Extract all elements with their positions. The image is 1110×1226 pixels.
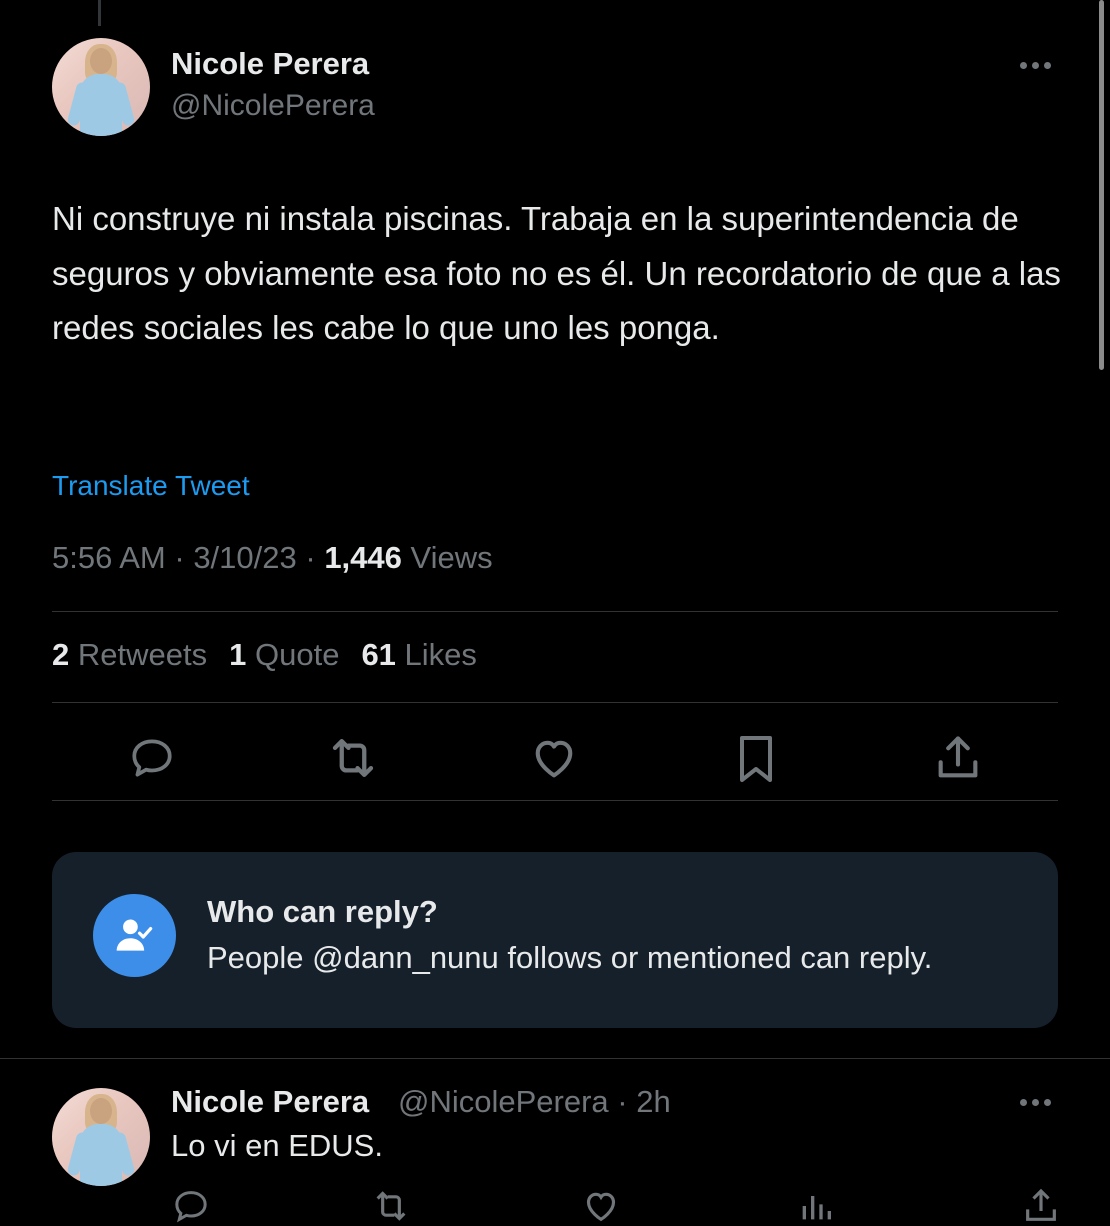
reply-restriction-box: Who can reply? People @dann_nunu follows…: [52, 852, 1058, 1028]
reply-more-options-icon[interactable]: [1015, 1092, 1055, 1112]
like-icon[interactable]: [526, 730, 582, 786]
quotes-stat[interactable]: 1 Quote: [229, 637, 339, 673]
reply-separator: ·: [608, 1084, 637, 1119]
thread-connector-line: [98, 0, 101, 26]
reply-restriction-title: Who can reply?: [207, 894, 438, 929]
quotes-label: Quote: [254, 637, 340, 672]
reply-restriction-description: People @dann_nunu follows or mentioned c…: [207, 940, 933, 975]
divider: [52, 800, 1058, 801]
reply-action-bar: [171, 1186, 1061, 1226]
views-count: 1,446: [324, 540, 402, 575]
bookmark-icon[interactable]: [728, 730, 784, 786]
engagement-stats: 2 Retweets 1 Quote 61 Likes: [52, 637, 477, 673]
author-handle[interactable]: @NicolePerera: [171, 89, 375, 123]
reply-views-icon[interactable]: [796, 1186, 836, 1226]
tweet-meta: 5:56 AM · 3/10/23 · 1,446 Views: [52, 540, 493, 576]
reply-time: 2h: [636, 1084, 671, 1119]
reply-retweet-icon[interactable]: [371, 1186, 411, 1226]
retweets-label: Retweets: [77, 637, 208, 672]
divider: [0, 1058, 1110, 1059]
reply-author-handle: @NicolePerera: [398, 1084, 609, 1119]
reply-avatar[interactable]: [52, 1088, 150, 1186]
reply-reply-icon[interactable]: [171, 1186, 211, 1226]
retweets-count: 2: [52, 637, 70, 672]
meta-separator: ·: [305, 540, 325, 575]
translate-tweet-link[interactable]: Translate Tweet: [52, 470, 250, 502]
tweet-action-bar: [52, 730, 1058, 788]
tweet-time[interactable]: 5:56 AM: [52, 540, 166, 575]
reply-share-icon[interactable]: [1021, 1186, 1061, 1226]
retweet-icon[interactable]: [325, 730, 381, 786]
views-label-text: Views: [410, 540, 493, 575]
reply-text: Lo vi en EDUS.: [171, 1128, 383, 1163]
tweet-text: Ni construye ni instala piscinas. Trabaj…: [52, 200, 1061, 346]
likes-count: 61: [361, 637, 396, 672]
tweet-date[interactable]: 3/10/23: [193, 540, 296, 575]
divider: [52, 702, 1058, 703]
scrollbar[interactable]: [1099, 0, 1104, 370]
author-name[interactable]: Nicole Perera: [171, 46, 369, 82]
reply-author-handle-time[interactable]: @NicolePerera · 2h: [398, 1084, 671, 1120]
more-options-icon[interactable]: [1015, 55, 1055, 75]
user-check-icon: [93, 894, 176, 977]
likes-stat[interactable]: 61 Likes: [361, 637, 476, 673]
reply-author-name[interactable]: Nicole Perera: [171, 1084, 369, 1120]
reply-like-icon[interactable]: [581, 1186, 621, 1226]
share-icon[interactable]: [930, 730, 986, 786]
divider: [52, 611, 1058, 612]
quotes-count: 1: [229, 637, 247, 672]
reply-icon[interactable]: [124, 730, 180, 786]
meta-separator: ·: [174, 540, 194, 575]
likes-label: Likes: [404, 637, 477, 672]
avatar[interactable]: [52, 38, 150, 136]
retweets-stat[interactable]: 2 Retweets: [52, 637, 207, 673]
